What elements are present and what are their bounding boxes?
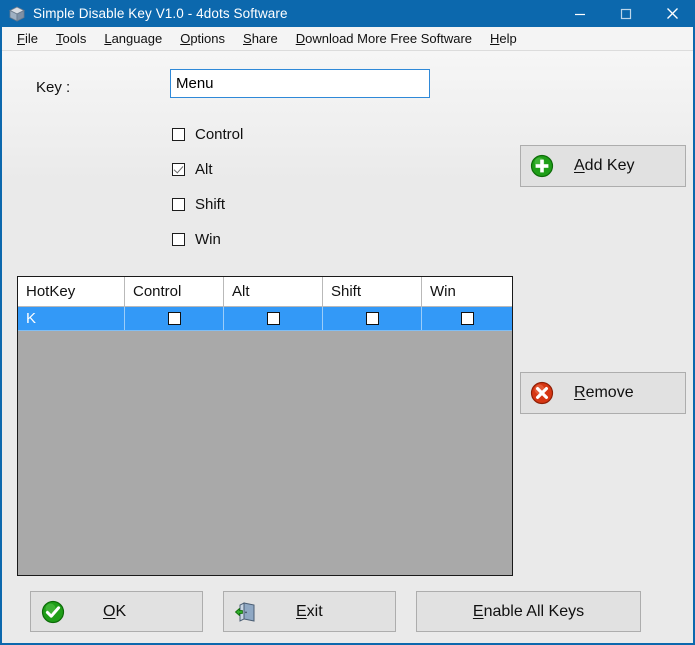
- ok-button[interactable]: OK: [30, 591, 203, 632]
- table-header-row: HotKey Control Alt Shift Win: [18, 277, 512, 307]
- column-header-control[interactable]: Control: [125, 277, 224, 306]
- control-label: Control: [195, 126, 244, 143]
- add-key-label: Add Key: [574, 157, 635, 174]
- modifier-checkbox-group: Control Alt Shift Win: [172, 117, 243, 257]
- row-shift-checkbox[interactable]: [365, 312, 379, 325]
- exit-label: Exit: [296, 602, 323, 620]
- green-plus-icon: [530, 154, 554, 178]
- cell-alt[interactable]: [224, 307, 323, 330]
- shift-checkbox[interactable]: [172, 198, 185, 211]
- modifier-row-alt[interactable]: Alt: [172, 152, 243, 187]
- row-alt-checkbox[interactable]: [266, 312, 280, 325]
- cell-hotkey[interactable]: K: [18, 307, 125, 330]
- alt-label: Alt: [195, 161, 213, 178]
- modifier-row-control[interactable]: Control: [172, 117, 243, 152]
- application-window: Simple Disable Key V1.0 - 4dots Software: [0, 0, 695, 645]
- alt-checkbox[interactable]: [172, 163, 185, 176]
- add-key-button[interactable]: Add Key: [520, 145, 686, 187]
- menu-item-help[interactable]: Help: [481, 29, 526, 49]
- client-area: Key : Control Alt Shift Win: [2, 51, 693, 643]
- menu-item-options[interactable]: Options: [171, 29, 234, 49]
- row-win-checkbox[interactable]: [460, 312, 474, 325]
- minimize-button[interactable]: [557, 0, 603, 27]
- box-icon: [8, 5, 26, 23]
- menu-item-share[interactable]: Share: [234, 29, 287, 49]
- remove-label: Remove: [574, 384, 634, 401]
- cell-shift[interactable]: [323, 307, 422, 330]
- close-button[interactable]: [649, 0, 693, 27]
- menu-item-language[interactable]: Language: [95, 29, 171, 49]
- exit-button[interactable]: Exit: [223, 591, 396, 632]
- column-header-hotkey[interactable]: HotKey: [18, 277, 125, 306]
- key-label: Key :: [36, 79, 71, 96]
- table-row[interactable]: K: [18, 307, 512, 331]
- ok-label: OK: [103, 602, 127, 620]
- row-control-checkbox[interactable]: [167, 312, 181, 325]
- menu-item-download-more-free-software[interactable]: Download More Free Software: [287, 29, 481, 49]
- column-header-alt[interactable]: Alt: [224, 277, 323, 306]
- column-header-win[interactable]: Win: [422, 277, 512, 306]
- modifier-row-win[interactable]: Win: [172, 222, 243, 257]
- menu-bar: File Tools Language Options Share Downlo…: [2, 27, 693, 51]
- win-label: Win: [195, 231, 221, 248]
- win-checkbox[interactable]: [172, 233, 185, 246]
- shift-label: Shift: [195, 196, 226, 213]
- maximize-button[interactable]: [603, 0, 649, 27]
- column-header-shift[interactable]: Shift: [323, 277, 422, 306]
- enable-all-keys-label: Enable All Keys: [472, 602, 585, 620]
- red-x-icon: [530, 381, 554, 405]
- green-check-icon: [41, 600, 65, 624]
- window-title: Simple Disable Key V1.0 - 4dots Software: [33, 6, 288, 21]
- enable-all-keys-button[interactable]: Enable All Keys: [416, 591, 641, 632]
- control-checkbox[interactable]: [172, 128, 185, 141]
- hotkey-table[interactable]: HotKey Control Alt Shift Win K: [17, 276, 513, 576]
- menu-item-tools[interactable]: Tools: [47, 29, 95, 49]
- cell-win[interactable]: [422, 307, 512, 330]
- remove-button[interactable]: Remove: [520, 372, 686, 414]
- exit-door-icon: [234, 600, 258, 624]
- cell-control[interactable]: [125, 307, 224, 330]
- modifier-row-shift[interactable]: Shift: [172, 187, 243, 222]
- window-controls: [557, 0, 693, 27]
- key-input[interactable]: [170, 69, 430, 98]
- title-bar: Simple Disable Key V1.0 - 4dots Software: [2, 0, 693, 27]
- menu-item-file[interactable]: File: [8, 29, 47, 49]
